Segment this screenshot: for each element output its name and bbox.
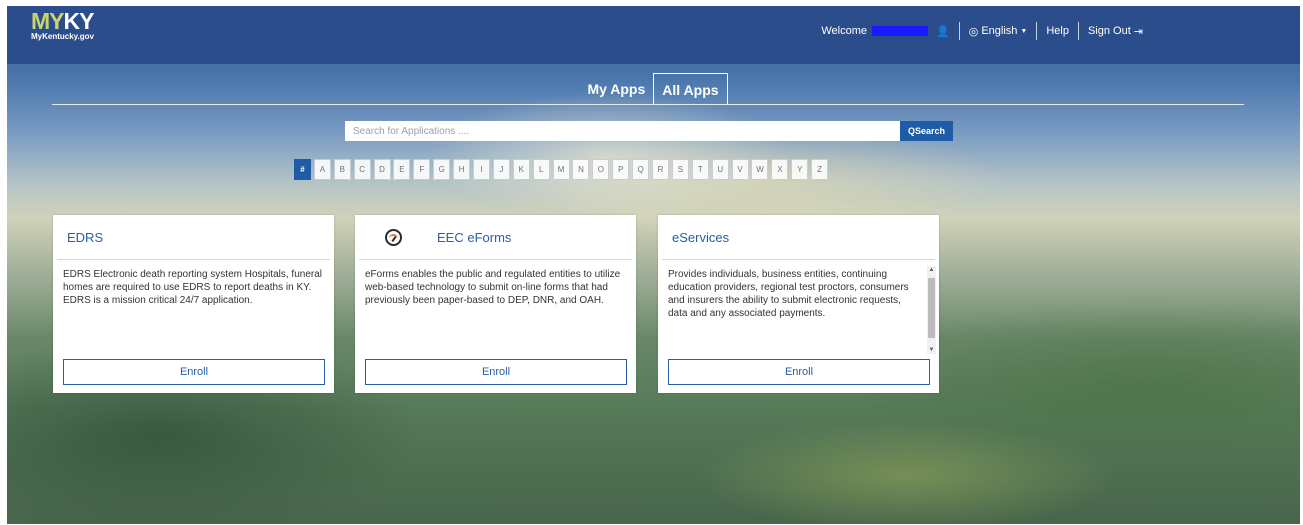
alpha-filter-g[interactable]: G (433, 159, 451, 180)
scrollbar-thumb[interactable] (928, 278, 935, 338)
app-description: EDRS Electronic death reporting system H… (63, 269, 323, 306)
scroll-down-arrow-icon[interactable]: ▼ (927, 346, 936, 354)
alpha-filter-j[interactable]: J (492, 159, 510, 180)
search-bar: QSearch (345, 121, 953, 141)
alpha-filter-d[interactable]: D (373, 159, 391, 180)
logo-my: MY (31, 8, 64, 34)
alpha-filter-k[interactable]: K (512, 159, 530, 180)
enroll-button[interactable]: Enroll (668, 359, 930, 385)
user-nav: Welcome 👤 ◎ English ▼ Help Sign Out ⇥ (821, 22, 1143, 40)
alphabet-filter: # A B C D E F G H I J K L M N O P Q R S T U V W X Y Z (294, 159, 831, 180)
sign-out-label: Sign Out (1087, 25, 1131, 37)
search-input[interactable] (345, 121, 900, 141)
app-title[interactable]: EDRS (67, 230, 103, 245)
top-nav-bar: MYKY MyKentucky.gov Welcome 👤 ◎ English … (7, 6, 1300, 64)
tab-all-apps[interactable]: All Apps (653, 73, 728, 105)
nav-divider (1077, 22, 1079, 40)
app-card-eservices: eServices Provides individuals, business… (658, 215, 939, 393)
app-title[interactable]: EEC eForms (437, 230, 511, 245)
tab-my-apps[interactable]: My Apps (579, 73, 653, 105)
alpha-filter-o[interactable]: O (592, 159, 610, 180)
nav-divider (958, 22, 960, 40)
app-card-eec-eforms: EEC eForms eForms enables the public and… (355, 215, 636, 393)
alpha-filter-q[interactable]: Q (632, 159, 650, 180)
alpha-filter-s[interactable]: S (671, 159, 689, 180)
sign-out-icon: ⇥ (1133, 25, 1143, 38)
sign-out-link[interactable]: Sign Out ⇥ (1088, 25, 1143, 38)
alpha-filter-b[interactable]: B (333, 159, 351, 180)
alpha-filter-t[interactable]: T (691, 159, 709, 180)
alpha-filter-f[interactable]: F (413, 159, 431, 180)
card-header: eServices (658, 215, 939, 259)
page-frame: MYKY MyKentucky.gov Welcome 👤 ◎ English … (7, 6, 1300, 524)
language-dropdown[interactable]: ◎ English ▼ (969, 25, 1028, 38)
logo-domain: MyKentucky.gov (31, 32, 94, 41)
alpha-filter-e[interactable]: E (393, 159, 411, 180)
description-scrollbar[interactable]: ▲ ▼ (927, 266, 936, 354)
card-header: EDRS (53, 215, 334, 259)
globe-icon: ◎ (968, 25, 979, 38)
search-button[interactable]: QSearch (900, 121, 953, 141)
welcome-label: Welcome (821, 25, 868, 37)
alpha-filter-m[interactable]: M (552, 159, 570, 180)
alpha-filter-w[interactable]: W (751, 159, 769, 180)
nav-divider (1036, 22, 1038, 40)
logo-wordmark: MYKY (31, 9, 94, 33)
alpha-filter-c[interactable]: C (353, 159, 371, 180)
card-header: EEC eForms (355, 215, 636, 259)
alpha-filter-z[interactable]: Z (811, 159, 829, 180)
app-title[interactable]: eServices (672, 230, 729, 245)
user-icon[interactable]: 👤 (936, 25, 950, 38)
alpha-filter-x[interactable]: X (771, 159, 789, 180)
enroll-button[interactable]: Enroll (365, 359, 627, 385)
alpha-filter-l[interactable]: L (532, 159, 550, 180)
tab-underline (52, 104, 1244, 105)
app-description-scroll: Provides individuals, business entities,… (658, 260, 939, 354)
app-card-edrs: EDRS EDRS Electronic death reporting sys… (53, 215, 334, 393)
alpha-filter-hash[interactable]: # (294, 159, 311, 180)
alpha-filter-v[interactable]: V (731, 159, 749, 180)
scroll-up-arrow-icon[interactable]: ▲ (927, 266, 936, 274)
app-tabs: My Apps All Apps (7, 71, 1300, 105)
search-button-label: Search (914, 126, 946, 136)
help-link[interactable]: Help (1046, 25, 1069, 37)
app-description: Provides individuals, business entities,… (668, 269, 909, 319)
alpha-filter-n[interactable]: N (572, 159, 590, 180)
alpha-filter-h[interactable]: H (453, 159, 471, 180)
alpha-filter-r[interactable]: R (652, 159, 670, 180)
language-label: English (981, 25, 1018, 37)
gauge-icon (385, 229, 402, 246)
app-description: eForms enables the public and regulated … (365, 269, 621, 306)
enroll-button[interactable]: Enroll (63, 359, 325, 385)
alpha-filter-p[interactable]: P (612, 159, 630, 180)
alpha-filter-u[interactable]: U (711, 159, 729, 180)
logo-ky: KY (63, 8, 95, 34)
redacted-username (872, 26, 929, 36)
mykentucky-logo[interactable]: MYKY MyKentucky.gov (31, 9, 94, 41)
caret-down-icon: ▼ (1020, 27, 1028, 35)
alpha-filter-i[interactable]: I (473, 159, 491, 180)
alpha-filter-y[interactable]: Y (791, 159, 809, 180)
alpha-filter-a[interactable]: A (313, 159, 331, 180)
search-icon: Q (907, 126, 915, 136)
